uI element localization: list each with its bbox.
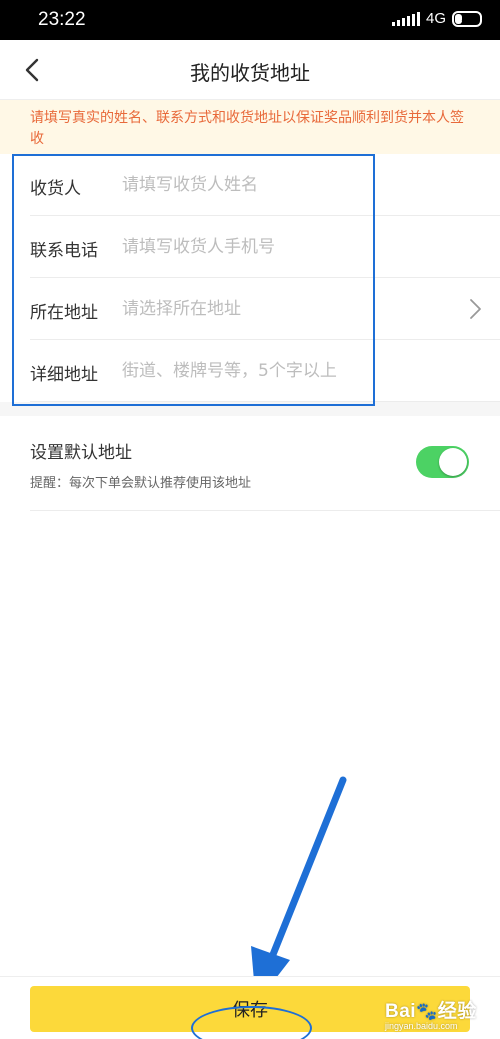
page-title: 我的收货地址 (190, 61, 310, 85)
form-row-recipient: 收货人 (30, 154, 500, 216)
form-row-detail: 详细地址 (30, 340, 500, 402)
toggle-knob (439, 448, 467, 476)
default-address-title: 设置默认地址 (30, 443, 132, 463)
watermark: Bai🐾经验 jingyan.baidu.com (385, 996, 477, 1031)
status-time: 23:22 (38, 9, 86, 30)
status-indicators: 4G 25 (391, 10, 482, 27)
default-address-row: 设置默认地址 提醒：每次下单会默认推荐使用该地址 (30, 416, 500, 511)
status-bar: 23:22 4G 25 (0, 0, 500, 40)
form-row-region[interactable]: 所在地址 (30, 278, 500, 340)
phone-label: 联系电话 (30, 241, 98, 261)
default-address-toggle[interactable] (416, 446, 469, 478)
detail-label: 详细地址 (30, 365, 98, 385)
form-row-phone: 联系电话 (30, 216, 500, 278)
phone-input[interactable] (122, 233, 462, 261)
battery-icon: 25 (452, 10, 482, 27)
nav-bar: 我的收货地址 (0, 40, 500, 100)
detail-input[interactable] (122, 357, 462, 385)
signal-icon (391, 11, 420, 26)
chevron-right-icon (470, 299, 481, 319)
recipient-label: 收货人 (30, 179, 81, 199)
battery-percent: 25 (461, 13, 473, 24)
notice-banner: 请填写真实的姓名、联系方式和收货地址以保证奖品顺利到货并本人签收 (0, 100, 500, 154)
network-type: 4G (425, 10, 446, 27)
region-label: 所在地址 (30, 303, 98, 323)
region-select[interactable] (122, 295, 462, 323)
section-divider (0, 402, 500, 416)
recipient-input[interactable] (122, 171, 462, 199)
watermark-logo: Bai🐾经验 (385, 1001, 477, 1022)
default-address-hint: 提醒：每次下单会默认推荐使用该地址 (30, 476, 252, 491)
address-form: 收货人 联系电话 所在地址 详细地址 (0, 154, 500, 402)
